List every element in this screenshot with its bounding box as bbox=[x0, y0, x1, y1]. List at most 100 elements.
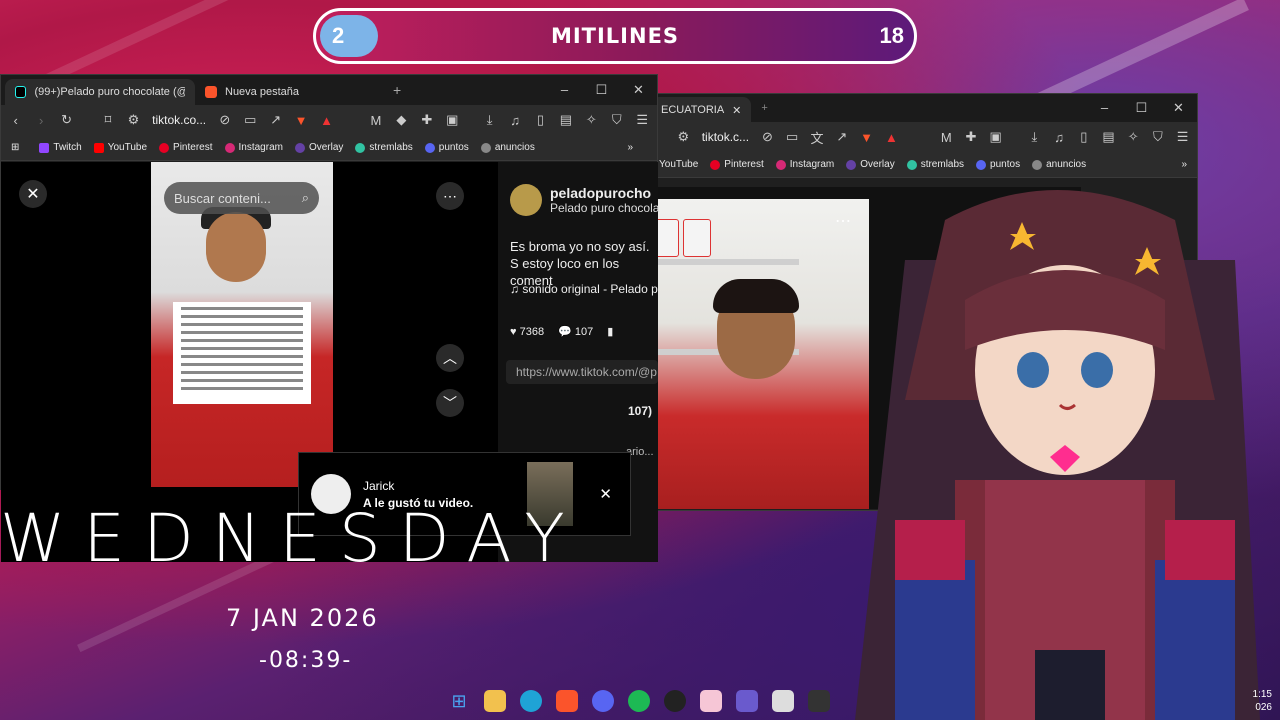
windows-start-icon[interactable]: ⊞ bbox=[448, 690, 470, 712]
tab-tiktok[interactable]: (99+)Pelado puro chocolate (@p bbox=[5, 79, 195, 105]
puzzle-icon[interactable]: ✚ bbox=[965, 129, 978, 145]
close-video-icon[interactable]: ✕ bbox=[19, 180, 47, 208]
like-button[interactable]: ♥ 7368 bbox=[510, 326, 544, 338]
left-address-bar[interactable]: tiktok.co... bbox=[152, 113, 206, 127]
cast-icon[interactable]: ▭ bbox=[244, 112, 257, 128]
spotify-icon[interactable] bbox=[628, 690, 650, 712]
system-clock[interactable]: 1:15 026 bbox=[1253, 688, 1272, 714]
right-address-bar[interactable]: tiktok.c... bbox=[702, 130, 749, 144]
anuncios-icon bbox=[480, 142, 491, 153]
reload-icon[interactable]: ↻ bbox=[60, 112, 73, 128]
obs-icon[interactable] bbox=[664, 690, 686, 712]
comment-button[interactable]: 💬 107 bbox=[558, 325, 593, 338]
bookmark-anuncios[interactable]: anuncios bbox=[1032, 159, 1086, 170]
tab-new[interactable]: Nueva pestaña bbox=[195, 79, 385, 105]
chevron-down-icon[interactable]: ﹀ bbox=[436, 389, 464, 417]
share-icon[interactable]: ↗ bbox=[269, 112, 282, 128]
bookmark-instagram[interactable]: Instagram bbox=[775, 159, 834, 170]
screenshot-icon[interactable]: ▣ bbox=[446, 112, 459, 128]
screenshot-icon[interactable]: ▣ bbox=[989, 129, 1002, 145]
bookmark-puntos[interactable]: puntos bbox=[976, 159, 1020, 170]
tab-new-label: Nueva pestaña bbox=[225, 86, 299, 98]
vpn-icon[interactable]: ⛉ bbox=[1152, 129, 1165, 145]
bookmark-stremlabs[interactable]: stremlabs bbox=[355, 142, 413, 153]
share-icon[interactable]: ↗ bbox=[835, 129, 848, 145]
bookmark-pinterest[interactable]: Pinterest bbox=[159, 142, 213, 153]
media-icon[interactable]: ♫ bbox=[508, 113, 521, 128]
site-settings-icon[interactable]: ⚙ bbox=[677, 129, 690, 145]
scoreboard-title: MITILINES bbox=[550, 24, 680, 48]
translate-icon[interactable]: 文 bbox=[810, 128, 823, 147]
discord-icon[interactable] bbox=[592, 690, 614, 712]
sidebar-icon[interactable]: ▯ bbox=[1077, 129, 1090, 145]
puzzle-icon[interactable]: ✚ bbox=[420, 112, 433, 128]
video-link[interactable]: https://www.tiktok.com/@p bbox=[506, 360, 658, 384]
sound-row[interactable]: ♫ sonido original - Pelado p bbox=[510, 282, 658, 296]
vpn-icon[interactable]: ⛉ bbox=[610, 112, 623, 128]
app-icon[interactable] bbox=[808, 690, 830, 712]
app-icon[interactable] bbox=[772, 690, 794, 712]
bookmark-youtube[interactable]: YouTube bbox=[659, 159, 698, 170]
sidebar-icon[interactable]: ▯ bbox=[534, 112, 547, 128]
rewards-icon[interactable]: ▲ bbox=[320, 113, 333, 128]
minimize-icon[interactable]: – bbox=[546, 82, 583, 98]
app-icon[interactable] bbox=[736, 690, 758, 712]
bookmark-stremlabs[interactable]: stremlabs bbox=[906, 159, 964, 170]
more-bookmarks-icon[interactable]: » bbox=[1181, 159, 1187, 170]
edge-icon[interactable] bbox=[520, 690, 542, 712]
menu-icon[interactable]: ☰ bbox=[1176, 129, 1189, 145]
bookmark-instagram[interactable]: Instagram bbox=[224, 142, 283, 153]
search-icon[interactable]: ⌕ bbox=[302, 190, 309, 206]
forward-icon[interactable]: › bbox=[34, 113, 47, 128]
rewards-icon[interactable]: ▲ bbox=[885, 130, 898, 145]
profile-handle[interactable]: peladopurocho bbox=[550, 185, 659, 201]
bookmark-anuncios[interactable]: anuncios bbox=[480, 142, 535, 153]
brave-shield-icon[interactable]: ▼ bbox=[860, 130, 873, 145]
download-icon[interactable]: ⤓ bbox=[483, 112, 496, 128]
search-input[interactable]: Buscar conteni... ⌕ bbox=[164, 182, 319, 214]
close-notification-icon[interactable]: ✕ bbox=[599, 485, 612, 503]
reader-icon[interactable]: ⊘ bbox=[218, 112, 231, 128]
menu-icon[interactable]: ☰ bbox=[635, 112, 648, 128]
close-window-icon[interactable]: ✕ bbox=[620, 82, 657, 98]
brave-icon[interactable] bbox=[556, 690, 578, 712]
bookmark-twitch[interactable]: Twitch bbox=[39, 142, 82, 153]
profile-avatar[interactable] bbox=[510, 184, 542, 216]
new-tab-icon[interactable]: + bbox=[393, 82, 401, 98]
maximize-icon[interactable]: ☐ bbox=[583, 82, 620, 98]
new-tab-icon[interactable]: + bbox=[761, 102, 767, 114]
wallet-icon[interactable]: ▤ bbox=[559, 112, 572, 128]
more-bookmarks-icon[interactable]: » bbox=[627, 142, 633, 153]
leo-icon[interactable]: ✧ bbox=[1127, 129, 1140, 145]
maximize-icon[interactable]: ☐ bbox=[1123, 100, 1160, 116]
download-icon[interactable]: ⤓ bbox=[1028, 129, 1041, 145]
save-icon[interactable]: ▮ bbox=[607, 325, 613, 338]
bookmark-puntos[interactable]: puntos bbox=[424, 142, 469, 153]
media-icon[interactable]: ♫ bbox=[1053, 130, 1066, 145]
cast-icon[interactable]: ▭ bbox=[786, 129, 799, 145]
bookmark-youtube[interactable]: YouTube bbox=[93, 142, 147, 153]
site-settings-icon[interactable]: ⚙ bbox=[127, 112, 140, 128]
bookmark-icon[interactable]: ⌑ bbox=[101, 112, 114, 128]
wallet-icon[interactable]: ▤ bbox=[1102, 129, 1115, 145]
more-options-icon[interactable]: ⋯ bbox=[436, 182, 464, 210]
minimize-icon[interactable]: – bbox=[1086, 100, 1123, 116]
brave-shield-icon[interactable]: ▼ bbox=[294, 113, 308, 128]
close-window-icon[interactable]: ✕ bbox=[1160, 100, 1197, 116]
apps-grid-icon[interactable]: ⊞ bbox=[11, 142, 19, 153]
leo-icon[interactable]: ✧ bbox=[585, 112, 598, 128]
right-tab[interactable]: ECUATORIA ✕ bbox=[651, 97, 752, 123]
reader-icon[interactable]: ⊘ bbox=[761, 129, 774, 145]
file-explorer-icon[interactable] bbox=[484, 690, 506, 712]
extension-icon[interactable]: M bbox=[369, 113, 382, 128]
instagram-icon bbox=[224, 142, 235, 153]
bookmark-overlay[interactable]: Overlay bbox=[846, 159, 895, 170]
bookmark-overlay[interactable]: Overlay bbox=[294, 142, 343, 153]
chevron-up-icon[interactable]: ︿ bbox=[436, 344, 464, 372]
close-icon[interactable]: ✕ bbox=[732, 104, 741, 117]
back-icon[interactable]: ‹ bbox=[9, 113, 22, 128]
app-icon[interactable] bbox=[700, 690, 722, 712]
tag-icon[interactable]: ◆ bbox=[395, 112, 408, 128]
extension-icon[interactable]: M bbox=[940, 130, 953, 145]
bookmark-pinterest[interactable]: Pinterest bbox=[710, 159, 764, 170]
